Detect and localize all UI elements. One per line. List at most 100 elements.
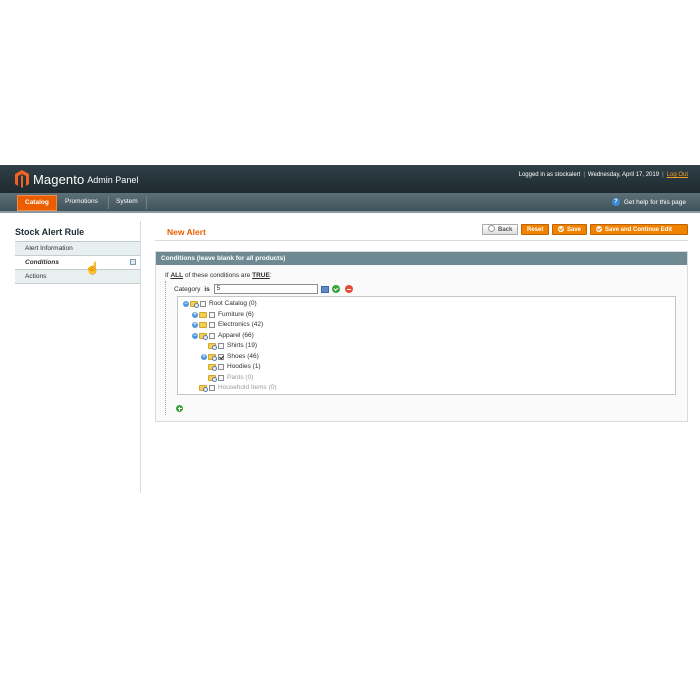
logged-in-text: Logged in as stockalert — [518, 172, 581, 178]
apply-icon[interactable] — [331, 285, 340, 293]
folder-icon — [199, 385, 208, 392]
if-text: If — [165, 272, 169, 279]
help-icon: ? — [611, 198, 620, 206]
tab-alert-information[interactable]: Alert Information — [15, 242, 141, 256]
logo-subtitle: Admin Panel — [87, 175, 139, 185]
hand-cursor-icon: ☝ — [85, 261, 100, 275]
expand-icon[interactable]: + — [201, 353, 207, 360]
save-label: Save — [567, 227, 582, 233]
tree-node-label: Hoodies (1) — [227, 363, 261, 370]
back-icon — [488, 225, 495, 232]
save-and-continue-button[interactable]: Save and Continue Edit — [590, 224, 688, 235]
magento-logo-icon — [15, 170, 29, 188]
tree-node-shirts[interactable]: Shirts (19) — [208, 341, 257, 351]
tree-node-label: Household Items (0) — [218, 384, 277, 391]
category-value-input[interactable]: 5 — [213, 284, 318, 294]
value-select[interactable]: TRUE — [252, 272, 270, 279]
condition-tree-line — [165, 281, 166, 415]
collapse-icon[interactable]: − — [183, 301, 189, 307]
title-divider — [155, 240, 688, 241]
logo-brand-text: Magento — [33, 171, 85, 187]
nav-divider — [146, 196, 147, 209]
logout-link[interactable]: Log Out — [667, 172, 688, 178]
tree-node-label: Pants (0) — [227, 373, 254, 381]
conditions-middle-text: of these conditions are — [184, 272, 251, 279]
save-continue-icon — [596, 226, 602, 232]
tab-actions[interactable]: Actions — [15, 270, 141, 284]
tab-changed-icon — [130, 259, 136, 265]
folder-icon — [199, 322, 207, 328]
folder-icon — [208, 353, 217, 361]
category-checkbox-checked[interactable] — [218, 353, 224, 360]
separator: | — [662, 172, 664, 178]
tree-node-electronics[interactable]: + Electronics (42) — [192, 320, 263, 330]
category-checkbox[interactable] — [209, 385, 215, 391]
column-divider — [140, 221, 141, 493]
tree-node-label: Furniture (6) — [218, 310, 254, 318]
save-continue-label: Save and Continue Edit — [605, 227, 673, 233]
category-checkbox[interactable] — [209, 311, 215, 318]
tree-node-furniture[interactable]: + Furniture (6) — [192, 310, 254, 320]
colon-text: : — [269, 272, 272, 279]
category-checkbox[interactable] — [200, 301, 206, 307]
category-checkbox[interactable] — [218, 343, 224, 349]
sidebar-title: Stock Alert Rule — [15, 227, 85, 237]
main-nav: Catalog Promotions System ? Get help for… — [0, 193, 700, 213]
tree-node-household-items[interactable]: Household Items (0) — [199, 383, 277, 393]
sidebar-tabs: Alert Information Conditions Actions — [15, 241, 141, 284]
attribute-label: Category — [174, 285, 201, 293]
magento-logo[interactable]: Magento Admin Panel — [15, 170, 138, 188]
folder-icon — [208, 374, 217, 382]
conditions-fieldset: Conditions (leave blank for all products… — [155, 251, 688, 422]
back-label: Back — [498, 227, 513, 233]
reset-button[interactable]: Reset — [521, 224, 549, 235]
category-condition: Category is 5 — [174, 284, 353, 294]
reset-label: Reset — [527, 227, 544, 233]
collapse-icon[interactable]: − — [192, 332, 198, 339]
expand-icon[interactable]: + — [192, 311, 198, 318]
tree-node-root-catalog[interactable]: − Root Catalog (0) — [183, 299, 257, 309]
remove-condition-icon[interactable] — [344, 285, 353, 293]
tree-node-shoes[interactable]: + Shoes (46) — [201, 352, 259, 362]
sidebar: Stock Alert Rule Alert Information Condi… — [15, 225, 141, 284]
tab-label: Alert Information — [25, 245, 73, 252]
chooser-icon[interactable] — [320, 285, 329, 293]
add-condition-icon[interactable] — [176, 405, 183, 412]
tree-node-hoodies[interactable]: Hoodies (1) — [208, 362, 261, 372]
tree-node-pants[interactable]: Pants (0) — [208, 373, 253, 383]
tree-node-label: Shirts (19) — [227, 342, 257, 349]
back-button[interactable]: Back — [482, 224, 518, 235]
conditions-header: Conditions (leave blank for all products… — [156, 252, 687, 265]
folder-icon — [208, 343, 217, 350]
tree-node-label: Root Catalog (0) — [209, 300, 257, 307]
tab-label: Actions — [25, 273, 47, 280]
tree-node-label: Apparel (66) — [218, 331, 254, 339]
help-link[interactable]: ? Get help for this page — [611, 198, 686, 206]
help-text: Get help for this page — [623, 198, 686, 206]
expand-icon[interactable]: + — [192, 322, 198, 328]
folder-icon — [199, 311, 207, 318]
tree-node-apparel[interactable]: − Apparel (66) — [192, 331, 254, 341]
category-tree: − Root Catalog (0) + Furniture (6) + Ele… — [177, 296, 676, 395]
category-checkbox[interactable] — [209, 322, 215, 328]
save-button[interactable]: Save — [552, 224, 587, 235]
condition-aggregator-line: If ALL of these conditions are TRUE: — [165, 272, 272, 279]
nav-item-promotions[interactable]: Promotions — [58, 195, 105, 209]
page-title: New Alert — [167, 227, 206, 237]
tree-node-label: Electronics (42) — [218, 321, 264, 328]
nav-item-system[interactable]: System — [109, 195, 145, 209]
admin-window: Magento Admin Panel Logged in as stockal… — [0, 165, 700, 535]
header-bar: Magento Admin Panel Logged in as stockal… — [0, 165, 700, 193]
header-user-info: Logged in as stockalert | Wednesday, April… — [519, 172, 688, 178]
save-icon — [558, 226, 564, 232]
tree-node-label: Shoes (46) — [227, 352, 259, 360]
folder-icon — [199, 332, 208, 340]
tab-conditions[interactable]: Conditions — [15, 256, 141, 270]
aggregator-select[interactable]: ALL — [170, 272, 183, 279]
operator-select[interactable]: is — [204, 286, 209, 293]
nav-item-catalog[interactable]: Catalog — [17, 195, 57, 211]
tab-label: Conditions — [25, 259, 59, 266]
category-checkbox[interactable] — [218, 364, 224, 370]
category-checkbox[interactable] — [218, 374, 224, 381]
category-checkbox[interactable] — [209, 332, 215, 339]
